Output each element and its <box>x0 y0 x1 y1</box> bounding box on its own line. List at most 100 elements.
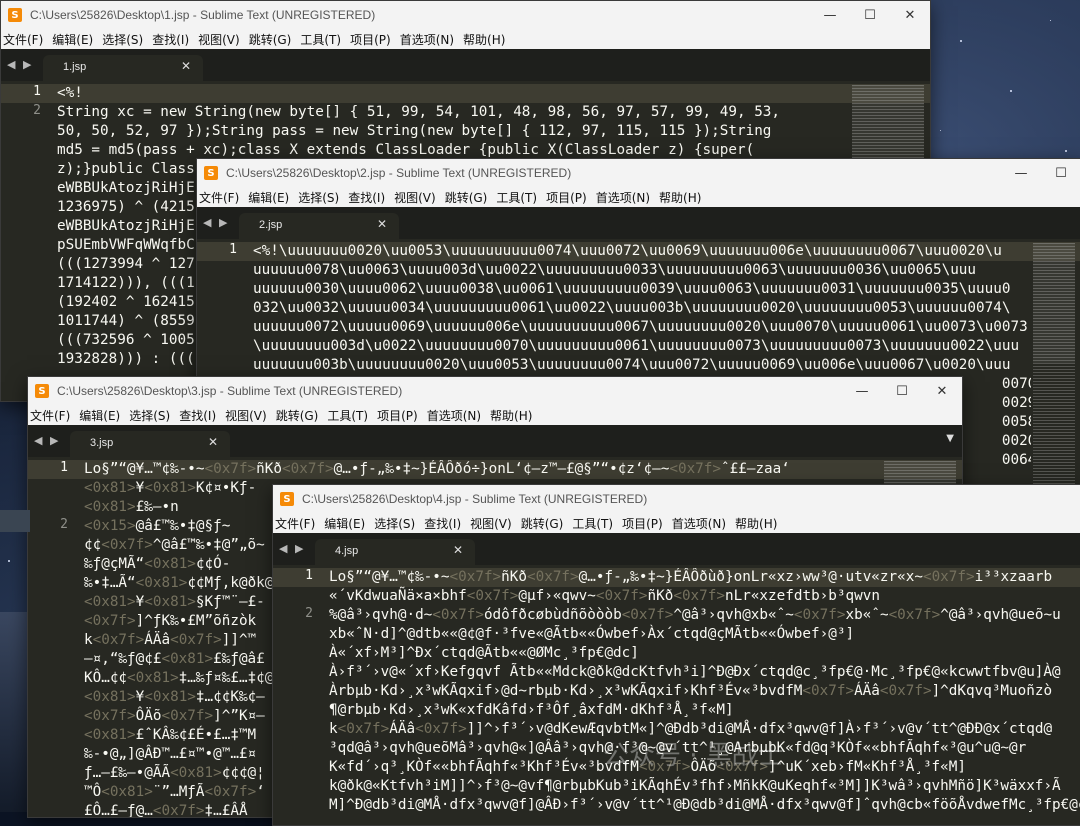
menu-item[interactable]: 查找(I) <box>150 31 196 48</box>
code-segment: ÁÄâ <box>389 721 416 737</box>
tab-nav-arrows[interactable]: ◀ ▶ <box>279 542 305 555</box>
code-segment: ÁÄâ <box>854 683 880 699</box>
tab-close-icon[interactable]: ✕ <box>181 59 191 73</box>
tab-4-jsp[interactable]: 4.jsp ✕ <box>315 539 475 565</box>
title-bar[interactable]: S C:\Users\25826\Desktop\3.jsp - Sublime… <box>28 377 962 405</box>
menu-item[interactable]: 查找(I) <box>346 189 392 206</box>
code-line: uuuuuu0078\uu0063\uuuu003d\uu0022\uuuuuu… <box>253 262 977 278</box>
tab-1-jsp[interactable]: 1.jsp ✕ <box>43 55 203 81</box>
menu-item[interactable]: 选择(S) <box>372 515 422 532</box>
menu-item[interactable]: 项目(P) <box>620 515 670 532</box>
menu-item[interactable]: 选择(S) <box>296 189 346 206</box>
minimap[interactable] <box>1033 243 1075 499</box>
menu-item[interactable]: 文件(F) <box>273 515 322 532</box>
code-segment: ]]^™ <box>221 632 257 648</box>
menu-item[interactable]: 跳转(G) <box>274 407 326 424</box>
menu-item[interactable]: 工具(T) <box>494 189 544 206</box>
tab-nav-arrows[interactable]: ◀ ▶ <box>34 434 60 447</box>
menu-item[interactable]: 视图(V) <box>223 407 274 424</box>
menu-item[interactable]: 首选项(N) <box>594 189 657 206</box>
tab-close-icon[interactable]: ✕ <box>208 435 218 449</box>
menu-item[interactable]: 工具(T) <box>325 407 375 424</box>
menu-item[interactable]: 文件(F) <box>1 31 50 48</box>
menu-item[interactable]: 文件(F) <box>197 189 246 206</box>
tab-nav-arrows[interactable]: ◀ ▶ <box>203 216 229 229</box>
maximize-button[interactable]: ☐ <box>882 377 922 405</box>
code-segment: ]^ƒK‰•£M”õñzòk <box>135 613 257 629</box>
menu-item[interactable]: 选择(S) <box>100 31 150 48</box>
watermark-text: 公众号 · 黑战士 <box>603 741 784 771</box>
menu-item[interactable]: 视图(V) <box>392 189 443 206</box>
minimize-button[interactable]: — <box>842 377 882 405</box>
menu-bar: 文件(F) 编辑(E) 选择(S) 查找(I) 视图(V) 跳转(G) 工具(T) 项目(P)… <box>1 29 930 49</box>
tab-label: 4.jsp <box>335 545 359 557</box>
close-button[interactable]: ✕ <box>890 1 930 29</box>
menu-item[interactable]: 编辑(E) <box>50 31 100 48</box>
menu-item[interactable]: 首选项(N) <box>670 515 733 532</box>
code-segment: ƒ…—£‰–•@ÃÃ <box>84 765 171 781</box>
tab-label: 2.jsp <box>259 219 283 231</box>
maximize-button[interactable]: ☐ <box>1041 159 1080 187</box>
code-line: 032\uu0032\uuuuu0034\uuuuuuuuu0061\uu002… <box>253 300 1011 316</box>
title-bar[interactable]: S C:\Users\25826\Desktop\1.jsp - Sublime… <box>1 1 930 29</box>
line-number-gutter: 12 <box>28 457 76 817</box>
tab-3-jsp[interactable]: 3.jsp ✕ <box>70 431 230 457</box>
code-segment: ñKð <box>501 569 527 585</box>
tab-close-icon[interactable]: ✕ <box>377 217 387 231</box>
sublime-window-4[interactable]: S C:\Users\25826\Desktop\4.jsp - Sublime… <box>272 484 1080 826</box>
menu-item[interactable]: 帮助(H) <box>657 189 708 206</box>
menu-item[interactable]: 编辑(E) <box>322 515 372 532</box>
control-char: <0x81> <box>144 480 196 496</box>
menu-item[interactable]: 查找(I) <box>177 407 223 424</box>
control-char: <0x7f> <box>84 613 136 629</box>
maximize-button[interactable]: ☐ <box>850 1 890 29</box>
tab-2-jsp[interactable]: 2.jsp ✕ <box>239 213 399 239</box>
code-line: String xc = new String(new byte[] { 51, … <box>57 104 781 120</box>
line-number: 2 <box>33 103 41 118</box>
menu-item[interactable]: 项目(P) <box>544 189 594 206</box>
minimize-button[interactable]: — <box>1001 159 1041 187</box>
line-number-gutter: 12 <box>1 81 49 401</box>
menu-item[interactable]: 跳转(G) <box>247 31 299 48</box>
sublime-app-icon: S <box>204 166 218 180</box>
control-char: <0x7f> <box>922 569 975 585</box>
control-char: <0x7f> <box>282 461 334 477</box>
tab-close-icon[interactable]: ✕ <box>453 543 463 557</box>
title-bar[interactable]: S C:\Users\25826\Desktop\2.jsp - Sublime… <box>197 159 1080 187</box>
minimize-button[interactable]: — <box>810 1 850 29</box>
menu-item[interactable]: 查找(I) <box>422 515 468 532</box>
menu-item[interactable]: 跳转(G) <box>519 515 571 532</box>
code-line: Àrbµb·Kd›¸x³wKÃqxif›@d~rbµb·Kd›¸x³wKÃqxi… <box>329 682 1080 701</box>
menu-item[interactable]: 视图(V) <box>196 31 247 48</box>
control-char: <0x7f> <box>170 632 222 648</box>
menu-item[interactable]: 工具(T) <box>570 515 620 532</box>
menu-item[interactable]: 编辑(E) <box>77 407 127 424</box>
menu-item[interactable]: 首选项(N) <box>425 407 488 424</box>
code-text[interactable]: Lo§”“@¥…™¢‰-•~<0x7f>ñKð<0x7f>@…•ƒ-„‰•‡~}… <box>329 568 1080 815</box>
menu-item[interactable]: 跳转(G) <box>443 189 495 206</box>
menu-item[interactable]: 项目(P) <box>375 407 425 424</box>
tab-label: 3.jsp <box>90 437 114 449</box>
sublime-app-icon: S <box>35 384 49 398</box>
code-segment: @…•ƒ-„‰•‡~}ÉÂÔðùð}onLr«xz›ww³@·utv«zr«x~ <box>578 569 923 585</box>
menu-item[interactable]: 帮助(H) <box>461 31 512 48</box>
menu-item[interactable]: 选择(S) <box>127 407 177 424</box>
tab-dropdown-icon[interactable]: ▼ <box>946 433 954 444</box>
menu-item[interactable]: 首选项(N) <box>398 31 461 48</box>
menu-item[interactable]: 编辑(E) <box>246 189 296 206</box>
menu-item[interactable]: 视图(V) <box>468 515 519 532</box>
taskbar-fragment <box>0 510 30 532</box>
menu-item[interactable]: 工具(T) <box>298 31 348 48</box>
code-editor[interactable]: 12 Lo§”“@¥…™¢‰-•~<0x7f>ñKð<0x7f>@…•ƒ-„‰•… <box>273 565 1080 825</box>
code-line: %@â³›qvh@·d~<0x7f>ódôfðcøbùdñõòòòb<0x7f>… <box>329 606 1080 625</box>
title-bar[interactable]: S C:\Users\25826\Desktop\4.jsp - Sublime… <box>273 485 1080 513</box>
close-button[interactable]: ✕ <box>922 377 962 405</box>
menu-item[interactable]: 文件(F) <box>28 407 77 424</box>
menu-item[interactable]: 帮助(H) <box>733 515 784 532</box>
menu-item[interactable]: 项目(P) <box>348 31 398 48</box>
menu-item[interactable]: 帮助(H) <box>488 407 539 424</box>
control-char: <0x7f> <box>621 607 674 623</box>
code-segment: nLr«xzefdtb›b³qwvn <box>725 588 880 604</box>
tab-nav-arrows[interactable]: ◀ ▶ <box>7 58 33 71</box>
code-segment: £ˆKÂ‰¢£É•£…‡™M <box>135 727 257 743</box>
